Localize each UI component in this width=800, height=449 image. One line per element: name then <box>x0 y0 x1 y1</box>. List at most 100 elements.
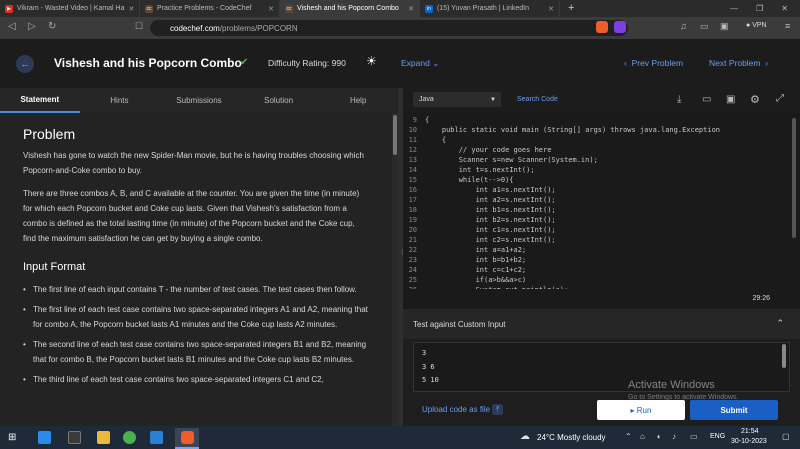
code-text: int c=c1+c2; <box>425 266 527 274</box>
browser-tab-active[interactable]: cc Vishesh and his Popcorn Combo ✕ <box>280 0 420 17</box>
media-icon[interactable]: ♫ <box>680 21 687 31</box>
tab-submissions[interactable]: Submissions <box>159 88 239 113</box>
theme-toggle-icon[interactable]: ☀ <box>366 54 377 68</box>
line-number: 20 <box>408 226 417 234</box>
code-editor[interactable]: 9{10 public static void main (String[] a… <box>403 113 800 289</box>
settings-icon[interactable]: ⚙ <box>750 93 760 106</box>
brave-rewards-icon[interactable] <box>614 21 626 33</box>
code-scrollbar[interactable] <box>792 118 796 238</box>
code-text: int c2=s.nextInt(); <box>425 236 556 244</box>
chevron-down-icon: ⌄ <box>432 58 440 68</box>
close-tab-icon[interactable]: ✕ <box>268 5 274 13</box>
vpn-button[interactable]: ● VPN <box>746 22 767 29</box>
save-icon[interactable]: ▣ <box>726 94 735 105</box>
activate-windows-watermark: Activate Windows <box>628 379 715 391</box>
submit-button[interactable]: Submit <box>690 400 778 420</box>
wallet-icon[interactable]: ▣ <box>720 21 729 32</box>
url-path: /problems/POPCORN <box>219 23 298 33</box>
line-number: 21 <box>408 236 417 244</box>
prev-problem-button[interactable]: ‹ Prev Problem <box>624 58 683 68</box>
close-tab-icon[interactable]: ✕ <box>548 5 554 13</box>
code-text: public static void main (String[] args) … <box>425 126 721 134</box>
brave-shield-icon[interactable] <box>596 21 608 33</box>
url-field[interactable]: codechef.com/problems/POPCORN <box>150 20 628 36</box>
linkedin-icon: in <box>425 4 433 13</box>
sidebar-icon[interactable]: ▭ <box>700 21 709 32</box>
download-icon[interactable]: ⤓ <box>677 94 681 105</box>
code-lines: 9{10 public static void main (String[] a… <box>403 115 800 289</box>
search-code-link[interactable]: Search Code <box>517 96 558 103</box>
custom-input-title: Test against Custom Input <box>413 320 506 329</box>
code-line: 12 // your code goes here <box>403 145 800 155</box>
browser-tab[interactable]: in (15) Yuvan Prasath | LinkedIn ✕ <box>420 0 560 17</box>
problem-title: Vishesh and his Popcorn Combo <box>54 56 242 70</box>
minimize-icon[interactable]: — <box>730 4 738 13</box>
codechef-icon: cc <box>145 4 153 13</box>
edge-icon[interactable] <box>38 431 51 444</box>
browser-tab[interactable]: ▶ Vikram - Wasted Video | Kamal Ha ✕ <box>0 0 140 17</box>
upload-code-button[interactable]: Upload code as file ⤒ <box>422 404 504 415</box>
line-number: 24 <box>408 266 417 274</box>
line-number: 14 <box>408 166 417 174</box>
notifications-icon[interactable]: ▢ <box>782 432 790 441</box>
reload-icon[interactable]: ↻ <box>48 21 56 32</box>
folder-icon[interactable] <box>97 431 110 444</box>
custom-input-scrollbar[interactable] <box>782 344 786 368</box>
run-button[interactable]: ▸ Run <box>597 400 685 420</box>
code-text: int a1=s.nextInt(); <box>425 186 556 194</box>
volume-icon[interactable]: ◖ <box>656 432 661 441</box>
tray-chevron-icon[interactable]: ⌃ <box>625 432 632 441</box>
line-number: 9 <box>412 116 417 124</box>
forward-icon[interactable]: ▷ <box>28 21 36 32</box>
close-window-icon[interactable]: ✕ <box>781 4 788 13</box>
code-text: int a=a1+a2; <box>425 246 527 254</box>
close-tab-icon[interactable]: ✕ <box>408 5 414 13</box>
tab-help[interactable]: Help <box>318 88 398 113</box>
browser-tab-bar: ▶ Vikram - Wasted Video | Kamal Ha ✕ cc Pra… <box>0 0 800 17</box>
code-line: 18 int b1=s.nextInt(); <box>403 205 800 215</box>
fullscreen-icon[interactable]: ⤢ <box>776 93 784 104</box>
list-item: The first line of each test case contain… <box>23 302 368 332</box>
weather-text[interactable]: 24°C Mostly cloudy <box>537 433 606 442</box>
clock-date[interactable]: 30-10-2023 <box>731 438 767 445</box>
new-tab-icon[interactable]: + <box>560 0 582 17</box>
language-indicator[interactable]: ENG <box>710 433 725 440</box>
back-icon[interactable]: ◁ <box>8 21 16 32</box>
clock-time[interactable]: 21:54 <box>741 428 759 435</box>
back-arrow-icon[interactable]: ← <box>16 55 34 73</box>
code-text: int t=s.nextInt(); <box>425 166 535 174</box>
chrome-icon[interactable] <box>123 431 136 444</box>
url-host: codechef.com <box>170 23 220 33</box>
problem-statement: Problem Vishesh has gone to watch the ne… <box>0 113 392 426</box>
close-tab-icon[interactable]: ✕ <box>129 5 135 13</box>
menu-icon[interactable]: ≡ <box>785 21 790 31</box>
tab-solution[interactable]: Solution <box>239 88 319 113</box>
maximize-icon[interactable]: ❐ <box>756 4 763 13</box>
speaker-icon[interactable]: ♪ <box>672 432 676 441</box>
language-select[interactable]: Java ▼ <box>413 92 501 107</box>
chevron-up-icon[interactable]: ⌃ <box>776 318 784 329</box>
tab-hints[interactable]: Hints <box>80 88 160 113</box>
browser-tab[interactable]: cc Practice Problems - CodeChef ✕ <box>140 0 280 17</box>
tab-statement[interactable]: Statement <box>0 88 80 113</box>
code-text: // your code goes here <box>425 146 552 154</box>
windows-start-icon[interactable]: ⊞ <box>8 432 16 443</box>
custom-input-header[interactable]: Test against Custom Input ⌃ <box>403 309 800 339</box>
battery-icon[interactable]: ▭ <box>690 432 698 441</box>
problem-paragraph: There are three combos A, B, and C avail… <box>23 189 360 243</box>
code-text: if(a>b&&a>c) <box>425 276 527 284</box>
upload-icon: ⤒ <box>492 404 504 415</box>
custom-input-field[interactable]: 3 3 6 5 10 <box>413 342 790 392</box>
code-line: 23 int b=b1+b2; <box>403 255 800 265</box>
expand-button[interactable]: Expand ⌄ <box>401 58 439 69</box>
bookmark-icon[interactable]: ☐ <box>135 21 143 32</box>
comment-icon[interactable]: ▭ <box>702 94 711 105</box>
next-problem-button[interactable]: Next Problem › <box>709 58 768 68</box>
network-icon[interactable]: ⌂ <box>640 432 645 441</box>
code-text: while(t-->0){ <box>425 176 514 184</box>
vscode-icon[interactable] <box>150 431 163 444</box>
brave-taskbar-active[interactable] <box>175 428 199 449</box>
file-explorer-icon[interactable] <box>68 431 81 444</box>
code-text: int b=b1+b2; <box>425 256 527 264</box>
chevron-down-icon: ▼ <box>490 96 496 103</box>
